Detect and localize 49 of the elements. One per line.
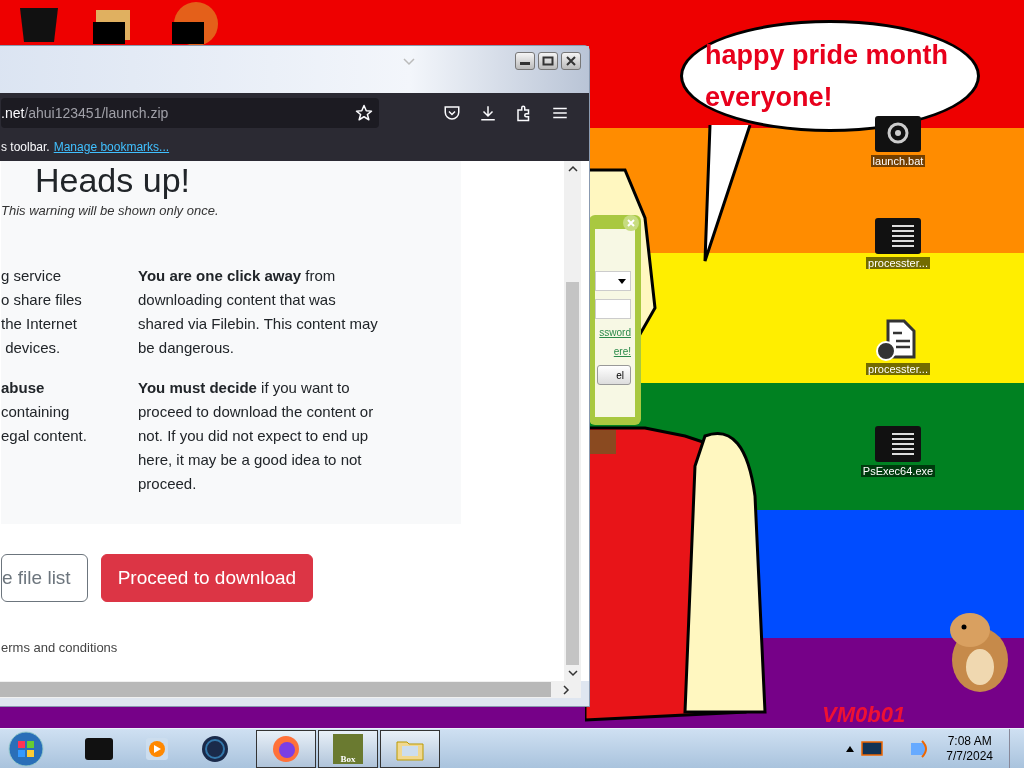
desktop-icon-label[interactable]: PsExec64.exe [860,465,936,477]
download-button[interactable]: Proceed to download [100,554,314,602]
file-icon[interactable] [874,115,922,153]
file-list-button[interactable]: e file list [1,554,88,602]
page-heading: Heads up! [35,161,191,199]
manage-bookmarks-link[interactable]: Manage bookmarks... [53,140,170,154]
speech-bubble-text: happy pride month everyone! [705,39,949,114]
password-field[interactable] [595,299,631,319]
info-paragraph: You are one click away from downloading content that was shared via Filebin. This content may be dangerous. [138,266,379,358]
start-button[interactable] [8,730,44,767]
address-bar[interactable]: .net/ahui123451/launch.zip [1,98,379,128]
file-icon[interactable] [874,217,922,255]
trash-bin-icon[interactable] [20,8,58,42]
info-paragraph: g service o share files the Internet devices. [1,266,83,358]
close-button[interactable] [561,52,581,70]
horizontal-scrollbar[interactable] [0,681,581,698]
machine-name-label: VM0b01 [822,702,906,728]
taskbar-app-button[interactable]: Box [318,729,378,768]
pocket-icon[interactable] [443,104,461,122]
desktop-icon-label[interactable]: processter... [866,257,930,269]
show-hidden-icons-button[interactable] [846,745,855,752]
app-icon: Box [333,733,363,764]
vertical-scrollbar[interactable] [564,161,581,681]
maximize-button[interactable] [538,52,558,70]
register-link[interactable]: ere! [613,346,631,357]
dropdown-arrow-icon [618,278,626,284]
desktop-icon-label[interactable]: launch.bat [870,155,926,167]
dropdown-field[interactable] [595,271,631,291]
clock-time[interactable]: 7:08 AM [947,733,992,749]
clock-date[interactable]: 7/7/2024 [946,748,993,764]
taskbar-app-button[interactable] [380,729,440,768]
file-icon[interactable] [874,425,922,463]
bookmarks-hint-text: s toolbar. [1,140,50,154]
info-paragraph: You must decide if you want to proceed to download the content or not. If you did not expect to end up here, it may be a good idea to not proceed. [138,378,375,494]
minimize-button[interactable] [515,52,535,70]
cancel-button[interactable]: el [597,365,631,385]
info-paragraph: abuse containing egal content. [1,378,88,446]
download-icon[interactable] [479,104,497,122]
scroll-right-icon[interactable] [562,684,570,695]
terms-link[interactable]: erms and conditions [1,640,564,655]
taskbar-app-button[interactable] [256,729,316,768]
forgot-password-link[interactable]: ssword [599,327,631,338]
desktop-icon-label[interactable]: processter... [866,363,930,375]
scroll-up-icon[interactable] [567,165,578,173]
warning-note: This warning will be shown only once. [1,203,220,218]
star-icon[interactable] [355,104,373,122]
maximize-icon [542,56,554,66]
close-icon [565,56,577,66]
scroll-down-icon[interactable] [567,669,578,677]
